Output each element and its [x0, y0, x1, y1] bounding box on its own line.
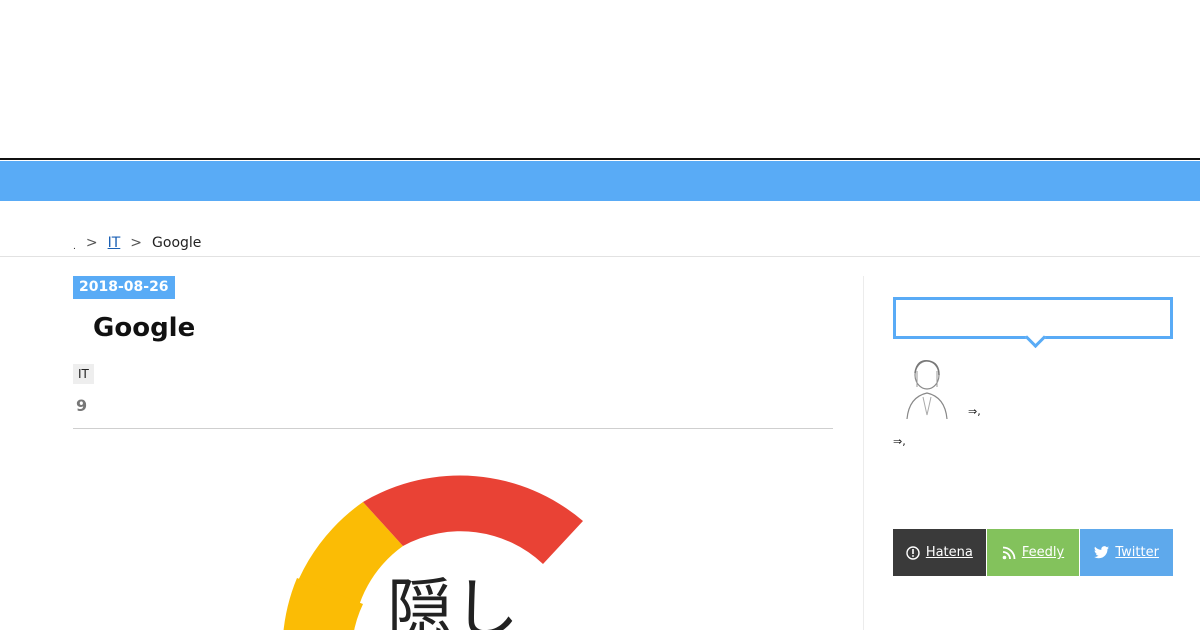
sidebar: ⇒, ⇒, Hatena Feedly Twitter — [893, 297, 1174, 576]
article: 2018-08-26 Google IT 9 隠し — [73, 276, 833, 630]
site-header — [0, 0, 1200, 160]
profile-link-arrow[interactable]: ⇒, — [893, 435, 906, 448]
breadcrumb-divider — [0, 256, 1200, 257]
post-category-tag[interactable]: IT — [73, 364, 94, 384]
profile-link-arrow[interactable]: ⇒, — [968, 405, 981, 418]
breadcrumb-separator: > — [130, 235, 143, 251]
follow-feedly-button[interactable]: Feedly — [986, 529, 1080, 576]
avatar — [906, 360, 948, 419]
follow-hatena-label: Hatena — [925, 545, 973, 560]
follow-feedly-label: Feedly — [1021, 545, 1065, 560]
rss-icon — [1002, 546, 1016, 560]
hatena-icon — [906, 545, 920, 560]
follow-hatena-button[interactable]: Hatena — [893, 529, 986, 576]
breadcrumb-category-link[interactable]: IT — [108, 235, 121, 251]
hero-image: 隠し — [283, 466, 663, 630]
post-date-badge: 2018-08-26 — [73, 276, 175, 299]
post-title: Google — [93, 313, 196, 343]
breadcrumb: . > IT > Google — [73, 233, 201, 253]
breadcrumb-separator: > — [85, 235, 98, 251]
follow-twitter-label: Twitter — [1115, 545, 1159, 560]
twitter-bird-icon — [1094, 546, 1110, 559]
hero-text: 隠し — [387, 571, 519, 630]
post-count: 9 — [76, 396, 88, 415]
breadcrumb-current: Google — [152, 235, 202, 251]
follow-buttons: Hatena Feedly Twitter — [893, 529, 1174, 576]
sidebar-divider — [863, 276, 864, 630]
article-header-divider — [73, 428, 833, 429]
hero-gauge-graphic: 隠し — [283, 475, 583, 630]
breadcrumb-home-link[interactable]: . — [73, 234, 76, 252]
follow-twitter-button[interactable]: Twitter — [1080, 529, 1174, 576]
global-nav-bar — [0, 161, 1200, 201]
profile-speech-bubble — [893, 297, 1173, 339]
profile-block: ⇒, ⇒, — [893, 357, 1173, 448]
